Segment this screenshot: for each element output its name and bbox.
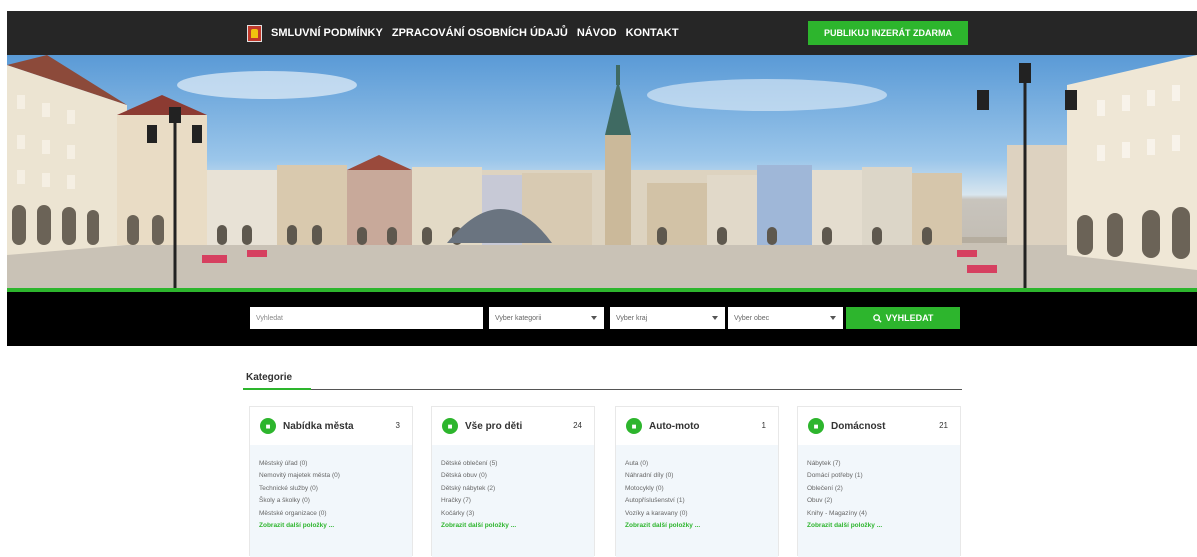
chevron-down-icon bbox=[830, 316, 836, 320]
show-more-link[interactable]: Zobrazit další položky ... bbox=[625, 520, 778, 532]
category-link[interactable]: Hračky (7) bbox=[441, 495, 594, 507]
card-header[interactable]: ■ Nabídka města 3 bbox=[250, 407, 412, 445]
top-navbar: SMLUVNÍ PODMÍNKY ZPRACOVÁNÍ OSOBNÍCH ÚDA… bbox=[7, 11, 1197, 55]
card-count: 24 bbox=[573, 421, 582, 430]
search-button[interactable]: VYHLEDAT bbox=[846, 307, 960, 329]
search-bar: Vyhledat Vyber kategorii Vyber kraj Vybe… bbox=[7, 292, 1197, 346]
category-link[interactable]: Technické služby (0) bbox=[259, 483, 412, 495]
category-link[interactable]: Městské organizace (0) bbox=[259, 508, 412, 520]
cart-icon: ■ bbox=[808, 418, 824, 434]
show-more-link[interactable]: Zobrazit další položky ... bbox=[441, 520, 594, 532]
card-title: Auto-moto bbox=[649, 421, 700, 432]
category-link[interactable]: Motocykly (0) bbox=[625, 483, 778, 495]
nav-link-guide[interactable]: NÁVOD bbox=[577, 27, 617, 39]
category-card-city: ■ Nabídka města 3 Městský úřad (0) Nemov… bbox=[249, 406, 413, 557]
categories-heading: Kategorie bbox=[246, 372, 293, 383]
card-body: Nábytek (7) Domácí potřeby (1) Oblečení … bbox=[798, 445, 960, 557]
search-icon bbox=[872, 313, 882, 323]
chevron-down-icon bbox=[591, 316, 597, 320]
cart-icon: ■ bbox=[626, 418, 642, 434]
category-link[interactable]: Autopříslušenství (1) bbox=[625, 495, 778, 507]
card-title: Nabídka města bbox=[283, 421, 354, 432]
chevron-down-icon bbox=[712, 316, 718, 320]
category-card-household: ■ Domácnost 21 Nábytek (7) Domácí potřeb… bbox=[797, 406, 961, 557]
card-body: Dětské oblečení (5) Dětská obuv (0) Děts… bbox=[432, 445, 594, 557]
category-link[interactable]: Domácí potřeby (1) bbox=[807, 470, 960, 482]
card-header[interactable]: ■ Auto-moto 1 bbox=[616, 407, 778, 445]
category-link[interactable]: Nábytek (7) bbox=[807, 458, 960, 470]
search-button-label: VYHLEDAT bbox=[885, 313, 934, 323]
region-select-label: Vyber kraj bbox=[616, 314, 648, 322]
show-more-link[interactable]: Zobrazit další položky ... bbox=[807, 520, 960, 532]
category-select[interactable]: Vyber kategorii bbox=[489, 307, 604, 329]
category-select-label: Vyber kategorii bbox=[495, 314, 542, 322]
municipality-select[interactable]: Vyber obec bbox=[728, 307, 843, 329]
cart-icon: ■ bbox=[260, 418, 276, 434]
nav-link-contact[interactable]: KONTAKT bbox=[626, 27, 679, 39]
category-link[interactable]: Knihy - Magazíny (4) bbox=[807, 508, 960, 520]
category-link[interactable]: Dětské oblečení (5) bbox=[441, 458, 594, 470]
categories-divider bbox=[243, 389, 962, 390]
publish-ad-button[interactable]: PUBLIKUJ INZERÁT ZDARMA bbox=[808, 21, 968, 45]
category-card-kids: ■ Vše pro děti 24 Dětské oblečení (5) Dě… bbox=[431, 406, 595, 557]
category-link[interactable]: Nemovitý majetek města (0) bbox=[259, 470, 412, 482]
show-more-link[interactable]: Zobrazit další položky ... bbox=[259, 520, 412, 532]
category-link[interactable]: Auta (0) bbox=[625, 458, 778, 470]
municipality-select-label: Vyber obec bbox=[734, 314, 770, 322]
hero-panorama-image bbox=[7, 55, 1197, 288]
card-title: Domácnost bbox=[831, 421, 886, 432]
category-link[interactable]: Školy a školky (0) bbox=[259, 495, 412, 507]
category-link[interactable]: Dětská obuv (0) bbox=[441, 470, 594, 482]
search-input[interactable]: Vyhledat bbox=[250, 307, 483, 329]
card-count: 21 bbox=[939, 421, 948, 430]
category-link[interactable]: Náhradní díly (0) bbox=[625, 470, 778, 482]
category-link[interactable]: Městský úřad (0) bbox=[259, 458, 412, 470]
card-header[interactable]: ■ Vše pro děti 24 bbox=[432, 407, 594, 445]
category-link[interactable]: Kočárky (3) bbox=[441, 508, 594, 520]
nav-link-terms[interactable]: SMLUVNÍ PODMÍNKY bbox=[271, 27, 383, 39]
card-body: Městský úřad (0) Nemovitý majetek města … bbox=[250, 445, 412, 557]
category-link[interactable]: Dětský nábytek (2) bbox=[441, 483, 594, 495]
card-count: 1 bbox=[761, 421, 766, 430]
card-count: 3 bbox=[395, 421, 400, 430]
card-body: Auta (0) Náhradní díly (0) Motocykly (0)… bbox=[616, 445, 778, 557]
cart-icon: ■ bbox=[442, 418, 458, 434]
category-link[interactable]: Obuv (2) bbox=[807, 495, 960, 507]
category-card-auto: ■ Auto-moto 1 Auta (0) Náhradní díly (0)… bbox=[615, 406, 779, 557]
category-link[interactable]: Vozíky a karavany (0) bbox=[625, 508, 778, 520]
category-link[interactable]: Oblečení (2) bbox=[807, 483, 960, 495]
card-title: Vše pro děti bbox=[465, 421, 523, 432]
region-select[interactable]: Vyber kraj bbox=[610, 307, 725, 329]
logo-icon[interactable] bbox=[247, 25, 262, 42]
town-square-illustration bbox=[7, 55, 1197, 288]
main-nav: SMLUVNÍ PODMÍNKY ZPRACOVÁNÍ OSOBNÍCH ÚDA… bbox=[271, 27, 679, 39]
categories-divider-accent bbox=[243, 388, 311, 390]
card-header[interactable]: ■ Domácnost 21 bbox=[798, 407, 960, 445]
nav-link-privacy[interactable]: ZPRACOVÁNÍ OSOBNÍCH ÚDAJŮ bbox=[392, 27, 568, 39]
